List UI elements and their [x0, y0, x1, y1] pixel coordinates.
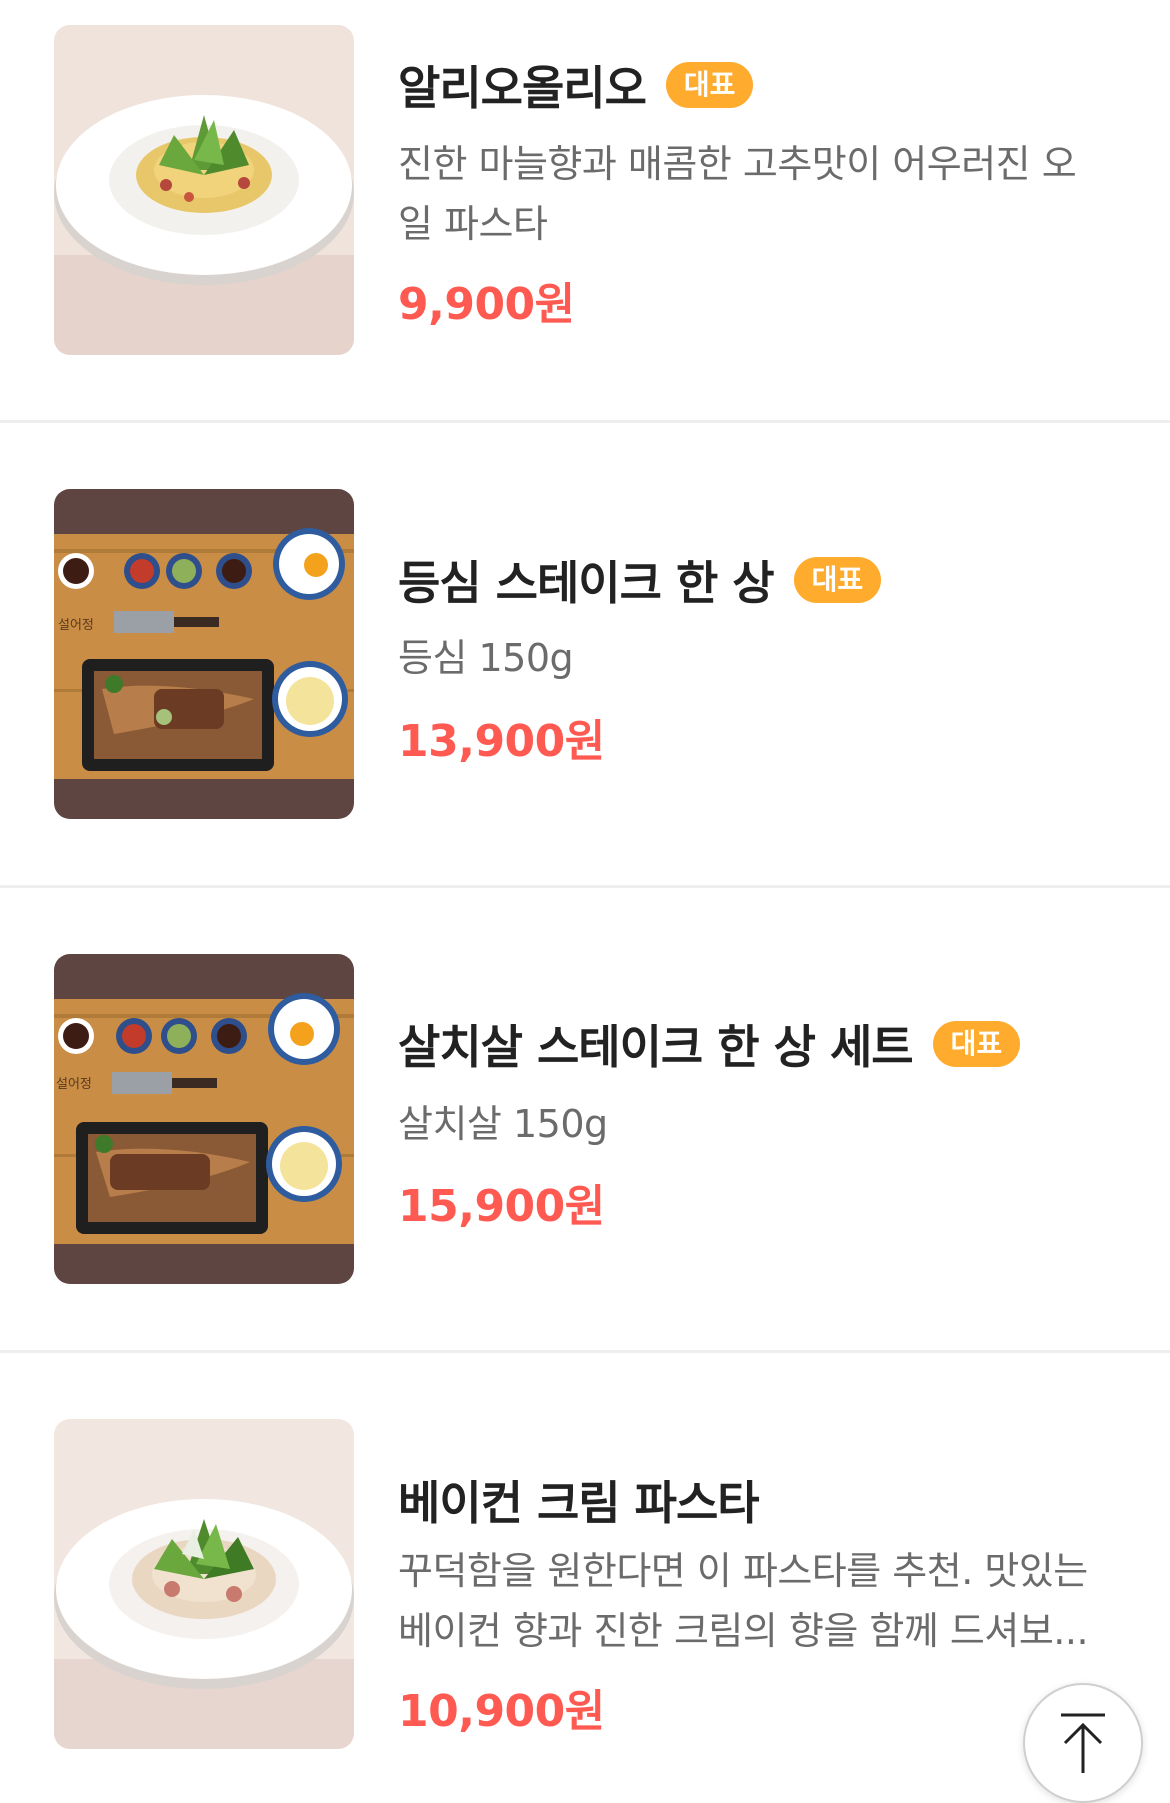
- menu-item-chuck-flap-steak-set[interactable]: 설어정 살치살 스테이크 한 상 세트 대표 살치살 150g 15,900원: [0, 888, 1170, 1350]
- menu-price: 13,900원: [398, 716, 605, 767]
- pasta-dish-image-svg: [54, 25, 354, 355]
- board-text: 설어정: [56, 1077, 92, 1092]
- steak-set-image: 설어정: [54, 489, 354, 819]
- menu-price: 15,900원: [398, 1181, 605, 1232]
- menu-price: 10,900원: [398, 1686, 605, 1737]
- menu-description: 진한 마늘향과 매콤한 고추맛이 어우러진 오일 파스타: [398, 142, 1077, 246]
- pasta-dish-image: [54, 25, 354, 355]
- menu-name-row: 베이컨 크림 파스타: [398, 1470, 760, 1530]
- menu-name: 등심 스테이크 한 상: [398, 556, 775, 610]
- menu-name-row: 살치살 스테이크 한 상 세트 대표: [398, 1014, 1021, 1074]
- menu-name: 알리오올리오: [398, 61, 647, 115]
- scroll-to-top-button[interactable]: [1023, 1683, 1143, 1803]
- menu-name: 베이컨 크림 파스타: [398, 1476, 760, 1530]
- menu-description: 등심 150g: [398, 636, 574, 680]
- signature-badge: 대표: [665, 62, 754, 108]
- menu-price: 9,900원: [398, 279, 575, 330]
- menu-name: 살치살 스테이크 한 상 세트: [398, 1020, 914, 1074]
- menu-description: 살치살 150g: [398, 1102, 608, 1146]
- menu-name-row: 알리오올리오 대표: [398, 55, 754, 115]
- steak-set-image: 설어정: [54, 954, 354, 1284]
- signature-badge: 대표: [932, 1021, 1021, 1067]
- steak-set-image-svg: 설어정: [54, 489, 354, 819]
- board-text: 설어정: [58, 618, 94, 633]
- arrow-up-icon: [1061, 1713, 1105, 1773]
- pasta-dish-image: [54, 1419, 354, 1749]
- menu-description: 꾸덕함을 원한다면 이 파스타를 추천. 맛있는 베이컨 향과 진한 크림의 향…: [398, 1549, 1089, 1653]
- pasta-dish-image-svg: [54, 1419, 354, 1749]
- menu-item-sirloin-steak-set[interactable]: 설어정 등심 스테이크 한 상 대표 등심 150g 13,900원: [0, 423, 1170, 885]
- signature-badge: 대표: [793, 557, 882, 603]
- steak-set-image-svg: 설어정: [54, 954, 354, 1284]
- menu-item-bacon-cream-pasta[interactable]: 베이컨 크림 파스타 꾸덕함을 원한다면 이 파스타를 추천. 맛있는 베이컨 …: [0, 1353, 1170, 1795]
- menu-item-aglio-olio[interactable]: 알리오올리오 대표 진한 마늘향과 매콤한 고추맛이 어우러진 오일 파스타 9…: [0, 0, 1170, 420]
- menu-name-row: 등심 스테이크 한 상 대표: [398, 550, 882, 610]
